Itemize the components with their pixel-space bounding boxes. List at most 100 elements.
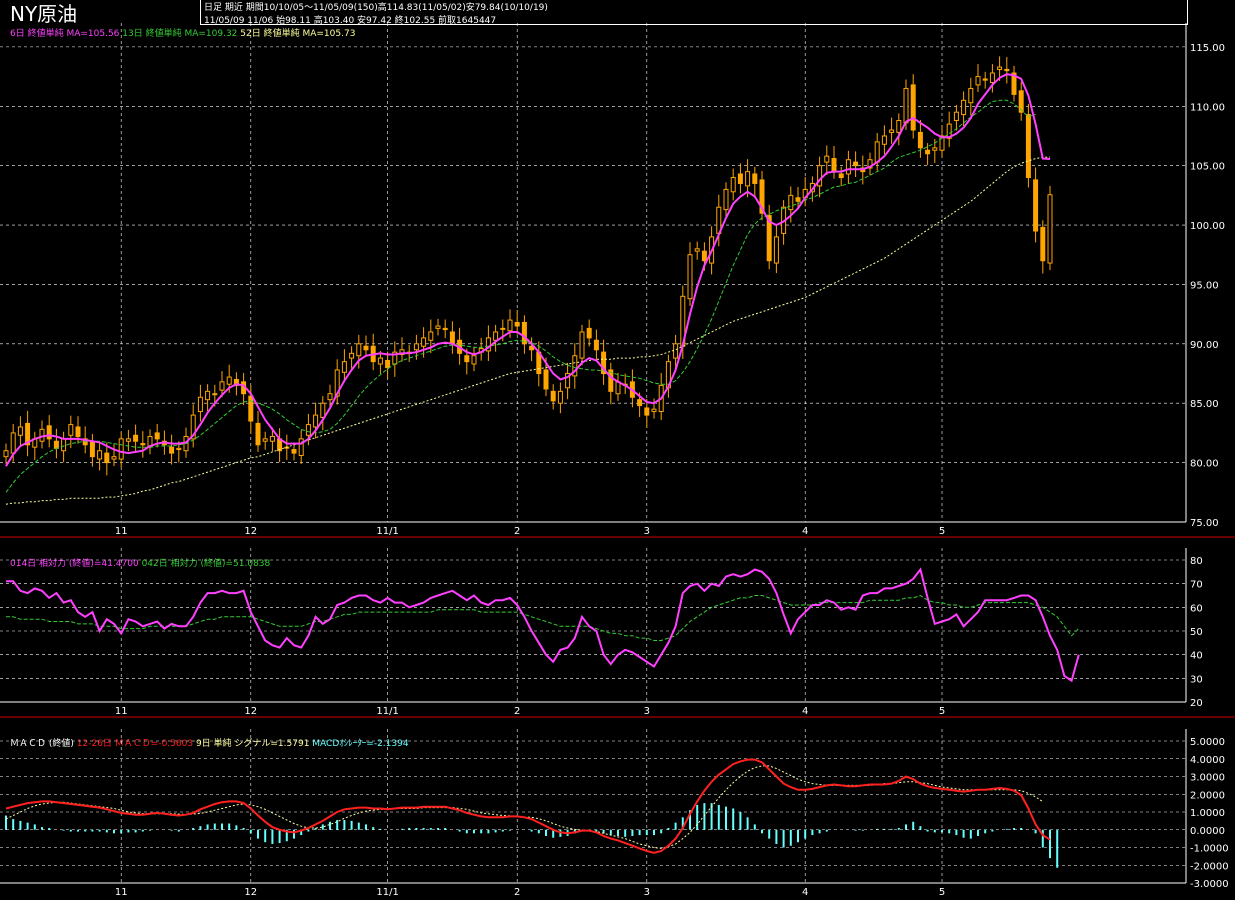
candle-body (169, 446, 175, 454)
candle-body (910, 84, 916, 131)
candle-body (889, 129, 895, 133)
price-tick-label: 105.00 (1190, 162, 1225, 173)
candle-body (514, 321, 520, 327)
candle-body (320, 402, 326, 418)
candle-body (838, 173, 844, 179)
candle-body (961, 99, 967, 116)
macd-tick-label: -2.0000 (1190, 861, 1229, 872)
price-x-label: 4 (802, 526, 808, 537)
candle-body (17, 426, 23, 436)
candle-body (1040, 226, 1046, 262)
candle-body (154, 432, 160, 440)
price-tick-label: 95.00 (1190, 280, 1219, 291)
candle-body (68, 424, 74, 436)
candle-body (421, 337, 427, 347)
rsi-tick-label: 70 (1190, 580, 1203, 591)
candle-body (557, 390, 563, 404)
candle-body (917, 131, 923, 149)
candle-body (903, 87, 909, 124)
candle-body (413, 343, 419, 351)
candle-body (471, 355, 477, 365)
candle-body (745, 171, 751, 187)
candle-body (1033, 179, 1039, 232)
price-x-label: 3 (644, 526, 650, 537)
chart-canvas: 115.00 110.00 105.00 100.00 95.00 90.00 85.00 8… (0, 23, 1235, 898)
candle-body (507, 319, 513, 332)
price-tick-label: 100.00 (1190, 221, 1225, 232)
candle-body (428, 331, 434, 341)
candle-body (349, 352, 355, 359)
candle-body (363, 345, 369, 351)
candle-body (637, 399, 643, 407)
candle-body (694, 248, 700, 252)
candle-body (989, 72, 995, 84)
price-tick-label: 85.00 (1190, 399, 1219, 410)
macd-x-label: 2 (514, 887, 520, 898)
candle-body (521, 321, 527, 345)
rsi-tick-label: 40 (1190, 651, 1203, 662)
macd-line (5, 758, 1051, 854)
candle-body (644, 407, 650, 416)
macd-tick-label: 1.0000 (1190, 808, 1225, 819)
candle-body (997, 66, 1003, 70)
price-tick-label: 90.00 (1190, 340, 1219, 351)
candle-body (291, 449, 297, 454)
candle-body (262, 438, 268, 442)
candle-body (853, 161, 859, 167)
candle-body (255, 422, 261, 446)
candle-body (845, 159, 851, 175)
candle-body (133, 434, 139, 442)
price-tick-label: 75.00 (1190, 518, 1219, 529)
macd-tick-label: 0.0000 (1190, 826, 1225, 837)
candle-body (493, 331, 499, 341)
rsi-tick-label: 20 (1190, 698, 1203, 709)
price-x-label: 11/1 (376, 526, 398, 537)
candle-body (341, 361, 347, 373)
candle-body (701, 250, 707, 262)
candle-body (298, 438, 304, 456)
price-x-label: 2 (514, 526, 520, 537)
candle-body (449, 331, 455, 345)
candle-body (464, 355, 470, 363)
candle-body (795, 197, 801, 202)
candle-body (197, 396, 203, 413)
candle-body (925, 149, 931, 155)
candle-body (593, 339, 599, 351)
candle-body (773, 236, 779, 264)
rsi-x-label: 4 (802, 706, 808, 717)
ma-short-line (5, 73, 1051, 467)
macd-x-label: 12 (244, 887, 257, 898)
candle-body (968, 87, 974, 104)
candle-body (752, 173, 758, 184)
macd-x-label: 3 (644, 887, 650, 898)
candle-body (269, 435, 275, 442)
candle-body (140, 443, 146, 446)
candle-body (327, 393, 333, 401)
rsi-x-label: 5 (939, 706, 945, 717)
candle-body (61, 438, 67, 452)
candle-body (10, 432, 16, 454)
candle-body (53, 440, 59, 449)
macd-tick-label: 4.0000 (1190, 755, 1225, 766)
macd-tick-label: 5.0000 (1190, 737, 1225, 748)
macd-tick-label: -3.0000 (1190, 879, 1229, 890)
candle-body (579, 331, 585, 359)
candle-body (377, 357, 383, 365)
macd-x-label: 5 (939, 887, 945, 898)
macd-x-label: 4 (802, 887, 808, 898)
candle-body (385, 359, 391, 369)
candle-body (723, 188, 729, 211)
candle-body (615, 381, 621, 395)
candle-body (176, 447, 182, 451)
candle-body (651, 408, 657, 413)
candle-body (46, 425, 52, 440)
rsi-x-label: 11/1 (376, 706, 398, 717)
candle-body (125, 438, 131, 442)
candle-body (435, 325, 441, 329)
rsi-tick-label: 80 (1190, 556, 1203, 567)
rsi-long-line (6, 594, 1080, 641)
candle-body (982, 78, 988, 81)
candle-body (953, 111, 959, 122)
macd-x-label: 11/1 (376, 887, 398, 898)
rsi-x-label: 2 (514, 706, 520, 717)
